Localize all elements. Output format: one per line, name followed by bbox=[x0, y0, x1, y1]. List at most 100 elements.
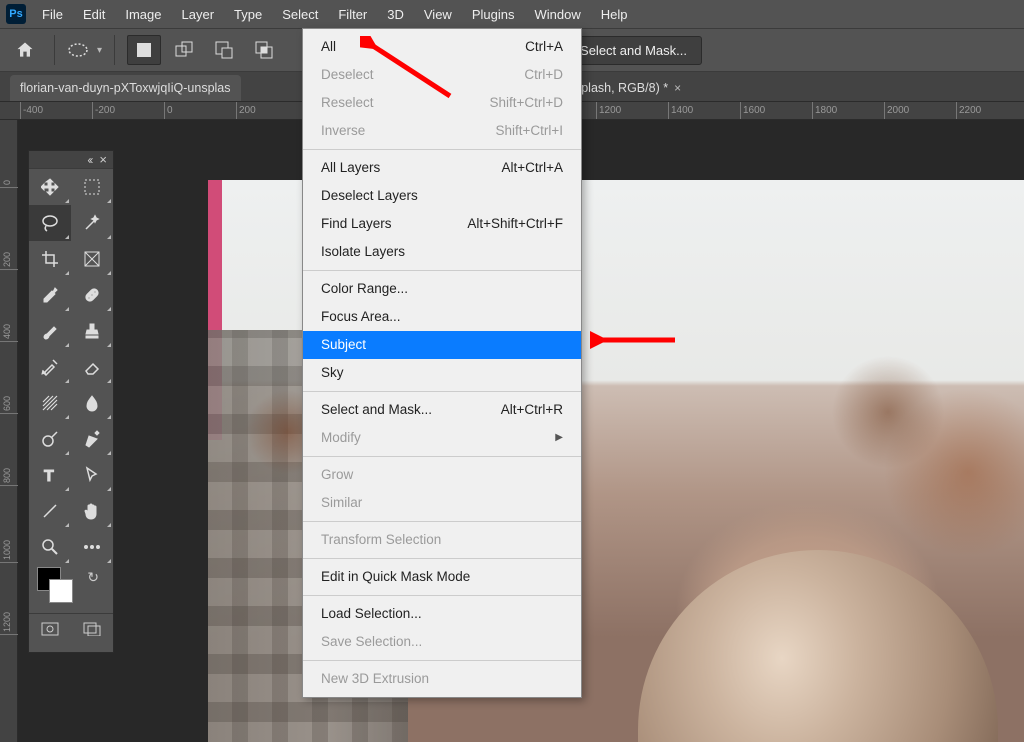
menu-item-modify: Modify▶ bbox=[303, 424, 581, 452]
menu-item-transform-selection: Transform Selection bbox=[303, 526, 581, 554]
menu-layer[interactable]: Layer bbox=[172, 3, 225, 26]
blur-tool[interactable] bbox=[71, 385, 113, 421]
history-brush-tool[interactable] bbox=[29, 349, 71, 385]
background-color[interactable] bbox=[49, 579, 73, 603]
menu-item-select-and-mask[interactable]: Select and Mask...Alt+Ctrl+R bbox=[303, 396, 581, 424]
magic-wand-tool[interactable] bbox=[71, 205, 113, 241]
menu-plugins[interactable]: Plugins bbox=[462, 3, 525, 26]
selection-subtract-icon[interactable] bbox=[207, 35, 241, 65]
collapse-icon[interactable]: ‹‹ bbox=[87, 153, 91, 167]
eraser-tool[interactable] bbox=[71, 349, 113, 385]
menu-item-label: Inverse bbox=[321, 121, 365, 141]
menu-file[interactable]: File bbox=[32, 3, 73, 26]
menu-item-load-selection[interactable]: Load Selection... bbox=[303, 600, 581, 628]
menu-item-inverse: Inverse Shift+Ctrl+I bbox=[303, 117, 581, 145]
menu-item-subject[interactable]: Subject bbox=[303, 331, 581, 359]
select-and-mask-button[interactable]: Select and Mask... bbox=[565, 36, 702, 65]
tool-preset[interactable]: ▾ bbox=[67, 41, 102, 59]
menu-item-shortcut: Ctrl+D bbox=[524, 65, 563, 85]
menu-separator bbox=[303, 521, 581, 522]
logo-text: Ps bbox=[9, 8, 22, 20]
close-icon[interactable]: × bbox=[99, 152, 107, 167]
more-tool[interactable] bbox=[71, 529, 113, 565]
line-tool[interactable] bbox=[29, 493, 71, 529]
menu-item-new-3d-extrusion: New 3D Extrusion bbox=[303, 665, 581, 693]
select-menu-dropdown: AllCtrl+ADeselectCtrl+DReselectShift+Ctr… bbox=[302, 28, 582, 698]
menu-edit[interactable]: Edit bbox=[73, 3, 115, 26]
ruler-tick: 400 bbox=[0, 324, 18, 342]
menu-item-all-layers[interactable]: All LayersAlt+Ctrl+A bbox=[303, 154, 581, 182]
quick-mask-icon[interactable] bbox=[29, 614, 71, 644]
selection-new-icon[interactable] bbox=[127, 35, 161, 65]
swap-colors-icon[interactable]: ↻ bbox=[87, 569, 99, 586]
stamp-tool[interactable] bbox=[71, 313, 113, 349]
healing-tool[interactable] bbox=[71, 277, 113, 313]
menu-window[interactable]: Window bbox=[524, 3, 590, 26]
marquee-tool[interactable] bbox=[71, 169, 113, 205]
tab-title: florian-van-duyn-pXToxwjqIiQ-unsplas bbox=[20, 81, 231, 95]
crop-tool[interactable] bbox=[29, 241, 71, 277]
menu-item-edit-in-quick-mask-mode[interactable]: Edit in Quick Mask Mode bbox=[303, 563, 581, 591]
path-select-tool[interactable] bbox=[71, 457, 113, 493]
menu-item-label: Find Layers bbox=[321, 214, 392, 234]
menu-help[interactable]: Help bbox=[591, 3, 638, 26]
menu-view[interactable]: View bbox=[414, 3, 462, 26]
menubar: Ps FileEditImageLayerTypeSelectFilter3DV… bbox=[0, 0, 1024, 28]
menu-type[interactable]: Type bbox=[224, 3, 272, 26]
ruler-tick: 1200 bbox=[596, 102, 621, 120]
menu-item-find-layers[interactable]: Find Layers Alt+Shift+Ctrl+F bbox=[303, 210, 581, 238]
ruler-tick: 800 bbox=[0, 468, 18, 486]
selection-intersect-icon[interactable] bbox=[247, 35, 281, 65]
ruler-tick: 1800 bbox=[812, 102, 837, 120]
menu-item-label: Subject bbox=[321, 335, 366, 355]
screen-mode-icon[interactable] bbox=[71, 614, 113, 644]
menu-item-shortcut: Alt+Shift+Ctrl+F bbox=[467, 214, 563, 234]
menu-separator bbox=[303, 595, 581, 596]
frame-tool[interactable] bbox=[71, 241, 113, 277]
menu-item-sky[interactable]: Sky bbox=[303, 359, 581, 387]
gradient-tool[interactable] bbox=[29, 385, 71, 421]
hand-tool[interactable] bbox=[71, 493, 113, 529]
menu-select[interactable]: Select bbox=[272, 3, 328, 26]
menu-separator bbox=[303, 391, 581, 392]
app-logo: Ps bbox=[6, 4, 26, 24]
menu-item-label: Save Selection... bbox=[321, 632, 422, 652]
svg-text:T: T bbox=[44, 468, 54, 484]
document-tab[interactable]: florian-van-duyn-pXToxwjqIiQ-unsplas bbox=[10, 75, 241, 101]
menu-item-label: Isolate Layers bbox=[321, 242, 405, 262]
type-tool[interactable]: T bbox=[29, 457, 71, 493]
ruler-tick: 0 bbox=[0, 180, 18, 188]
menu-item-label: All Layers bbox=[321, 158, 380, 178]
menu-item-color-range[interactable]: Color Range... bbox=[303, 275, 581, 303]
dodge-tool[interactable] bbox=[29, 421, 71, 457]
ruler-tick: -200 bbox=[92, 102, 115, 120]
menu-3d[interactable]: 3D bbox=[377, 3, 414, 26]
divider bbox=[54, 35, 55, 65]
menu-item-deselect-layers[interactable]: Deselect Layers bbox=[303, 182, 581, 210]
image-content bbox=[638, 550, 998, 742]
vertical-ruler: 020040060080010001200 bbox=[0, 120, 18, 742]
selection-mode-group bbox=[127, 35, 281, 65]
menu-item-shortcut: Alt+Ctrl+R bbox=[501, 400, 563, 420]
selection-add-icon[interactable] bbox=[167, 35, 201, 65]
menu-separator bbox=[303, 660, 581, 661]
ruler-tick: 200 bbox=[0, 252, 18, 270]
home-icon[interactable] bbox=[8, 35, 42, 65]
lasso-tool[interactable] bbox=[29, 205, 71, 241]
menu-item-focus-area[interactable]: Focus Area... bbox=[303, 303, 581, 331]
menu-filter[interactable]: Filter bbox=[328, 3, 377, 26]
menu-item-label: All bbox=[321, 37, 336, 57]
move-tool[interactable] bbox=[29, 169, 71, 205]
menu-item-isolate-layers[interactable]: Isolate Layers bbox=[303, 238, 581, 266]
menu-item-shortcut: Shift+Ctrl+I bbox=[495, 121, 563, 141]
menu-item-label: Focus Area... bbox=[321, 307, 401, 327]
menu-image[interactable]: Image bbox=[115, 3, 171, 26]
brush-tool[interactable] bbox=[29, 313, 71, 349]
close-icon[interactable]: × bbox=[674, 81, 681, 95]
menu-separator bbox=[303, 456, 581, 457]
eyedropper-tool[interactable] bbox=[29, 277, 71, 313]
zoom-tool[interactable] bbox=[29, 529, 71, 565]
menu-item-similar: Similar bbox=[303, 489, 581, 517]
menu-item-shortcut: Shift+Ctrl+D bbox=[489, 93, 563, 113]
pen-tool[interactable] bbox=[71, 421, 113, 457]
